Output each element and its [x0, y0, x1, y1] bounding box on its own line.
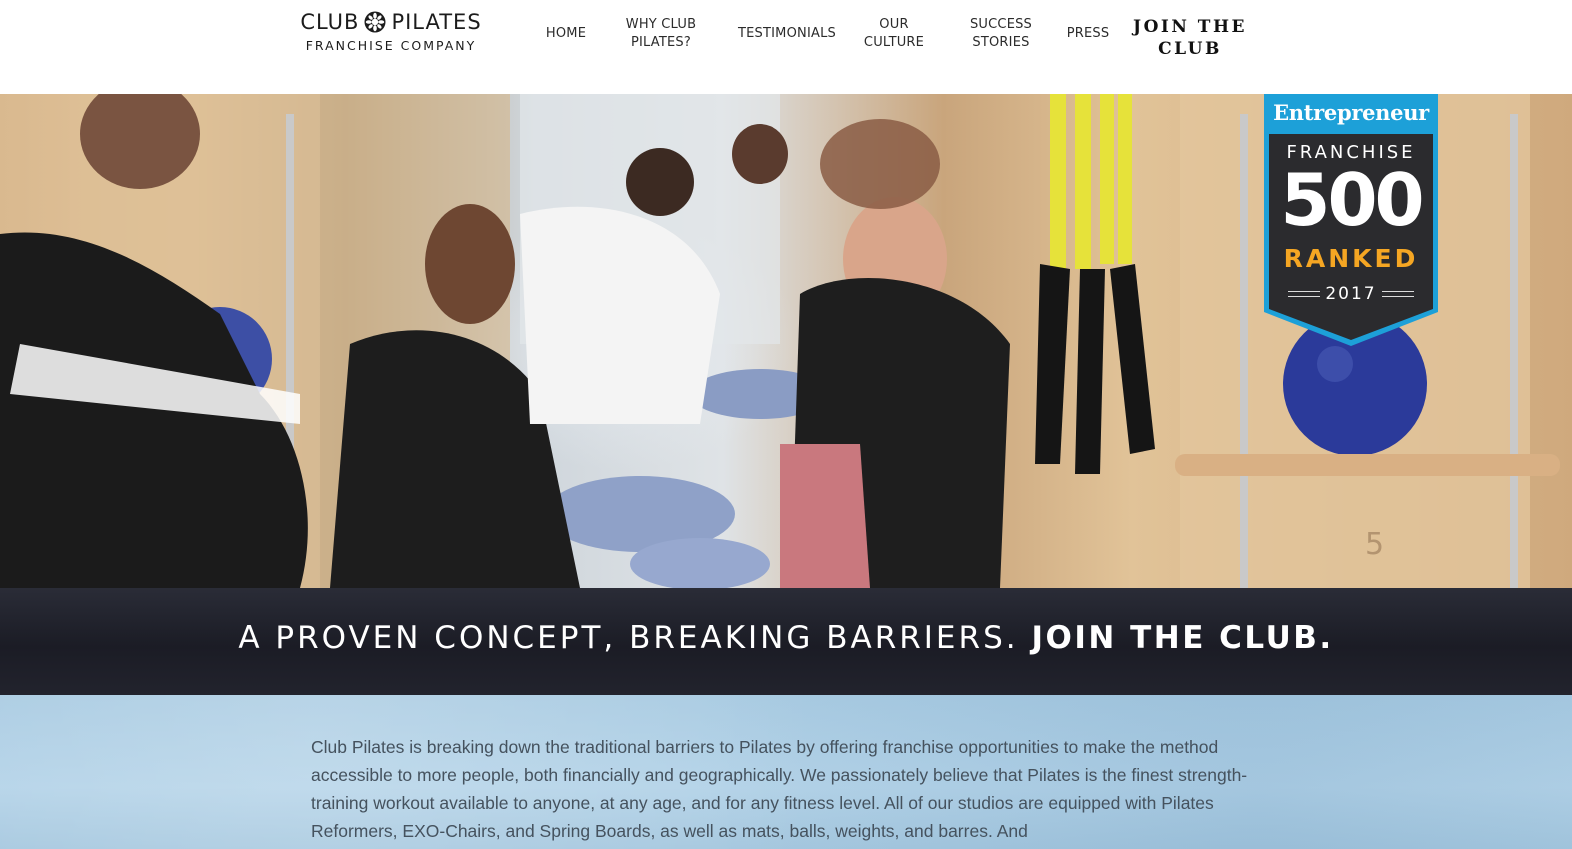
site-header: CLUB PILATES FRANCHISE COMPANY HOME WHY — [0, 0, 1572, 94]
badge-number: 500 — [1280, 158, 1424, 242]
tagline-strong: JOIN THE CLUB. — [1031, 620, 1334, 656]
nav-testimonials[interactable]: TESTIMONIALS — [728, 25, 846, 43]
hero-image: 9 5 Entrepreneur — [0, 94, 1572, 588]
entrepreneur-franchise-500-badge: Entrepreneur FRANCHISE 500 RANKED 2017 — [1264, 94, 1438, 346]
badge-ranked-label: RANKED — [1283, 244, 1419, 273]
logo-subtitle: FRANCHISE COMPANY — [305, 38, 477, 53]
tagline-regular: A PROVEN CONCEPT, BREAKING BARRIERS. — [238, 620, 1019, 656]
logo-wordmark: CLUB PILATES — [282, 8, 500, 36]
badge-body: FRANCHISE 500 RANKED 2017 — [1264, 134, 1438, 346]
badge-year-row: 2017 — [1264, 284, 1438, 304]
nav-why-club-pilates[interactable]: WHY CLUB PILATES? — [613, 16, 709, 52]
nav-our-culture[interactable]: OUR CULTURE — [856, 16, 932, 52]
club-pilates-logo[interactable]: CLUB PILATES FRANCHISE COMPANY — [282, 8, 500, 58]
tagline: A PROVEN CONCEPT, BREAKING BARRIERS. JOI… — [0, 620, 1572, 656]
nav-press[interactable]: PRESS — [1060, 25, 1116, 43]
badge-brand: Entrepreneur — [1264, 94, 1438, 134]
intro-paragraph: Club Pilates is breaking down the tradit… — [311, 737, 1248, 841]
badge-year: 2017 — [1325, 284, 1377, 304]
badge-rule-left — [1288, 291, 1321, 297]
nav-home[interactable]: HOME — [536, 25, 596, 43]
logo-word-club: CLUB — [300, 10, 360, 34]
intro-section: Club Pilates is breaking down the tradit… — [0, 695, 1572, 849]
tagline-band: A PROVEN CONCEPT, BREAKING BARRIERS. JOI… — [0, 588, 1572, 695]
logo-gear-icon — [364, 11, 386, 33]
nav-join-the-club[interactable]: JOIN THE CLUB — [1130, 16, 1250, 60]
logo-word-pilates: PILATES — [391, 10, 482, 34]
nav-success-stories[interactable]: SUCCESS STORIES — [958, 16, 1044, 52]
svg-text:5: 5 — [1365, 527, 1384, 562]
badge-rule-right — [1381, 291, 1414, 297]
